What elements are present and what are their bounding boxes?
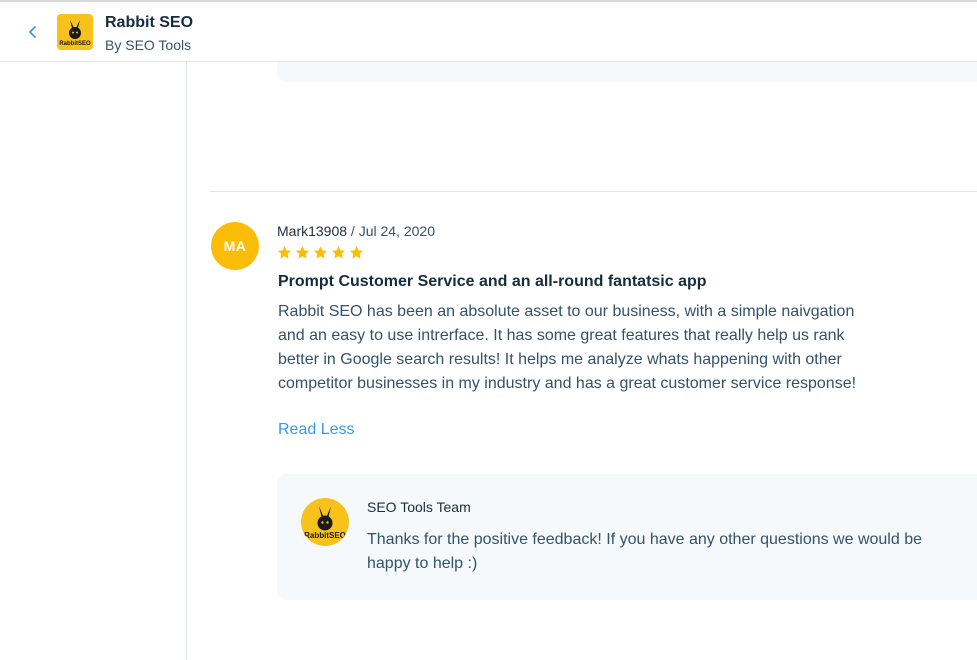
- star-icon: [331, 246, 346, 259]
- back-button[interactable]: [22, 20, 44, 44]
- previous-reply-box: [277, 62, 977, 82]
- star-rating: [277, 245, 364, 260]
- review-meta-separator: /: [347, 223, 359, 239]
- star-icon: [349, 246, 364, 259]
- chevron-left-icon: [29, 26, 36, 38]
- app-logo: RabbitSEO: [57, 14, 93, 50]
- review-body: Rabbit SEO has been an absolute asset to…: [278, 303, 857, 392]
- rabbit-logo-icon: RabbitSEO: [304, 506, 346, 540]
- star-icon: [277, 246, 292, 259]
- reply-author-logo: RabbitSEO: [301, 498, 349, 546]
- app-title: Rabbit SEO: [105, 14, 194, 31]
- reply-text: Thanks for the positive feedback! If you…: [367, 531, 922, 572]
- star-icon: [295, 246, 310, 259]
- app-header: RabbitSEO Rabbit SEO By SEO Tools: [0, 2, 977, 62]
- review-author: Mark13908: [277, 223, 348, 239]
- review-separator: [210, 191, 977, 192]
- review-meta: Mark13908 / Jul 24, 2020: [277, 223, 435, 239]
- star-icon: [313, 246, 328, 259]
- reviewer-avatar: MA: [211, 222, 259, 270]
- sidebar-divider: [186, 62, 187, 660]
- review-date: Jul 24, 2020: [358, 223, 436, 239]
- developer-reply: RabbitSEO SEO Tools Team Thanks for the …: [277, 474, 977, 600]
- app-logo-text: RabbitSEO: [59, 41, 91, 47]
- reply-logo-text: RabbitSEO: [304, 531, 346, 540]
- read-less-link[interactable]: Read Less: [278, 421, 355, 439]
- app-vendor: By SEO Tools: [105, 37, 192, 53]
- rabbit-logo-icon: RabbitSEO: [59, 20, 91, 47]
- reply-author: SEO Tools Team: [367, 499, 471, 515]
- review-title: Prompt Customer Service and an all-round…: [278, 273, 707, 290]
